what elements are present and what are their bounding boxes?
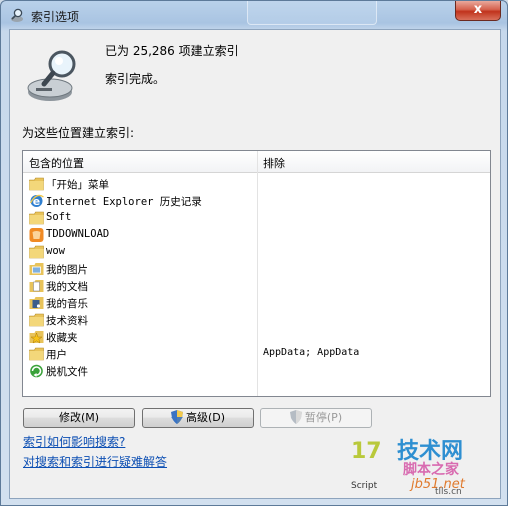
- orange-drive-icon: [29, 228, 44, 242]
- folder-icon: [29, 347, 44, 361]
- music-folder-icon: [29, 297, 44, 309]
- list-item[interactable]: 「开始」菜单: [23, 176, 490, 193]
- internet-explorer-icon: e: [29, 194, 44, 208]
- location-name: 我的图片: [46, 264, 88, 276]
- magnifier-icon: [11, 8, 23, 22]
- close-button[interactable]: x: [455, 1, 501, 21]
- list-item[interactable]: 技术资料: [23, 312, 490, 329]
- pause-button[interactable]: 暂停(P): [260, 408, 372, 428]
- list-item[interactable]: 我的音乐: [23, 295, 490, 312]
- background-window-tab: [247, 1, 377, 25]
- location-name: TDDOWNLOAD: [46, 228, 110, 240]
- locations-label: 为这些位置建立索引:: [22, 126, 135, 140]
- location-name: 「开始」菜单: [46, 179, 109, 191]
- watermark-site-name: 脚本之家: [403, 462, 459, 478]
- indexed-count-text: 已为 25,286 项建立索引: [105, 44, 239, 58]
- column-header-excluded[interactable]: 排除: [263, 155, 285, 171]
- location-name: 我的音乐: [46, 298, 88, 310]
- location-name: 脱机文件: [46, 366, 88, 378]
- watermark-small-url: tlls.cn: [435, 487, 462, 497]
- location-name: 用户: [46, 349, 67, 361]
- pause-button-label: 暂停(P): [304, 411, 343, 424]
- advanced-button-label: 高级(D): [185, 411, 226, 424]
- list-item[interactable]: wow: [23, 244, 490, 261]
- indexing-options-window: 索引选项 x 已为 25,286 项建立索引 索引完成。 为这些位置建立索引: …: [0, 0, 508, 506]
- site-watermark: 17 技术网 脚本之家 Script jb51.net tlls.cn: [351, 433, 501, 499]
- shield-icon: [289, 410, 302, 424]
- watermark-logo-mark: 17: [351, 439, 382, 464]
- list-item[interactable]: 我的文档: [23, 278, 490, 295]
- column-header-included[interactable]: 包含的位置: [29, 155, 84, 171]
- documents-folder-icon: [29, 280, 44, 292]
- index-complete-text: 索引完成。: [105, 72, 166, 86]
- offline-files-icon: [30, 364, 43, 378]
- watermark-script-label: Script: [351, 481, 378, 491]
- excluded-paths: AppData; AppData: [263, 347, 360, 358]
- folder-icon: [29, 211, 44, 225]
- indexing-status-icon: [27, 50, 76, 101]
- title-bar[interactable]: 索引选项 x: [1, 1, 507, 29]
- list-item[interactable]: 我的图片: [23, 261, 490, 278]
- pictures-folder-icon: [29, 263, 44, 275]
- svg-text:e: e: [33, 195, 40, 208]
- list-item[interactable]: 收藏夹: [23, 329, 490, 346]
- list-item[interactable]: TDDOWNLOAD: [23, 227, 490, 244]
- list-item[interactable]: Soft: [23, 210, 490, 227]
- folder-icon: [29, 177, 44, 191]
- location-name: Internet Explorer 历史记录: [46, 196, 202, 208]
- location-name: 收藏夹: [46, 332, 78, 344]
- list-item[interactable]: e Internet Explorer 历史记录: [23, 193, 490, 210]
- advanced-button[interactable]: 高级(D): [142, 408, 254, 428]
- location-name: Soft: [46, 211, 72, 223]
- indexed-locations-list[interactable]: 包含的位置 排除 「开始」菜单 e Internet Explorer 历史记录 So…: [22, 150, 491, 397]
- shield-icon: [170, 410, 183, 424]
- modify-button[interactable]: 修改(M): [23, 408, 135, 428]
- dialog-client-area: 已为 25,286 项建立索引 索引完成。 为这些位置建立索引: 包含的位置 排…: [9, 29, 501, 499]
- folder-icon: [29, 313, 44, 327]
- window-title: 索引选项: [31, 10, 80, 24]
- troubleshoot-search-link[interactable]: 对搜索和索引进行疑难解答: [23, 453, 167, 470]
- folder-icon: [29, 245, 44, 259]
- favorites-star-folder-icon: [29, 331, 44, 344]
- location-name: wow: [46, 245, 65, 257]
- list-item[interactable]: 脱机文件: [23, 363, 490, 380]
- list-item[interactable]: 用户 AppData; AppData: [23, 346, 490, 363]
- how-index-affects-search-link[interactable]: 索引如何影响搜索?: [23, 433, 125, 450]
- location-name: 我的文档: [46, 281, 88, 293]
- location-name: 技术资料: [46, 315, 88, 327]
